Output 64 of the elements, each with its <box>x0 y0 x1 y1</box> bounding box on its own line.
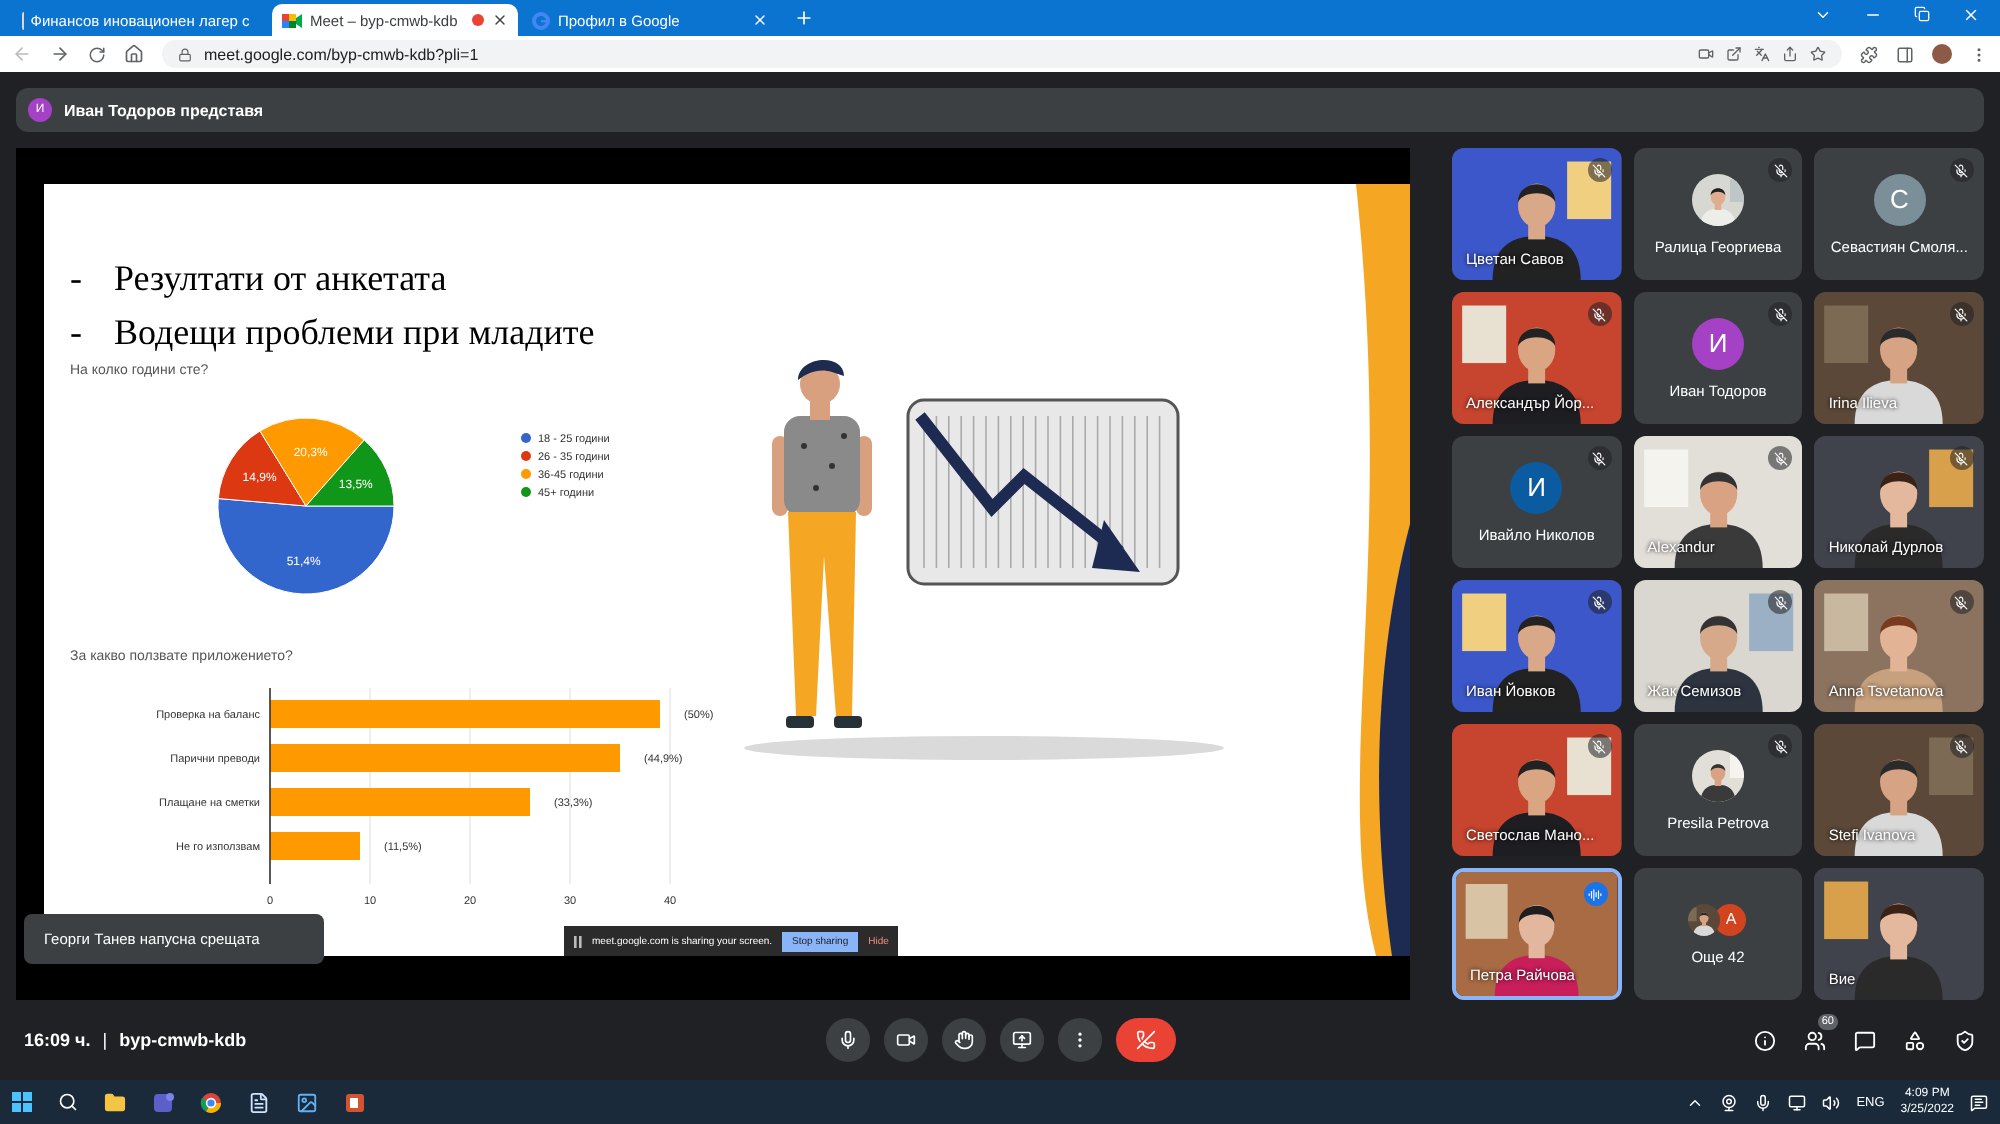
microphone-icon <box>837 1030 857 1050</box>
new-tab-icon[interactable] <box>794 8 814 28</box>
raise-hand-button[interactable] <box>941 1018 985 1062</box>
team-app-icon[interactable] <box>152 1091 174 1113</box>
participant-avatar: И <box>1510 461 1563 513</box>
bullet-marker: - <box>70 256 84 302</box>
lock-icon <box>178 47 192 61</box>
volume-icon[interactable] <box>1822 1093 1841 1111</box>
presenter-text: Иван Тодоров представя <box>64 101 264 119</box>
search-icon[interactable] <box>58 1092 78 1112</box>
legend-dot <box>521 469 531 479</box>
participant-avatar: A <box>1714 903 1747 935</box>
activities-button[interactable] <box>1904 1029 1926 1051</box>
legend-dot <box>521 451 531 461</box>
participant-avatar: И <box>1691 317 1744 369</box>
bullet-marker: - <box>70 310 84 356</box>
chat-button[interactable] <box>1854 1029 1876 1051</box>
star-icon[interactable] <box>1810 46 1826 62</box>
legend-dot <box>521 487 531 497</box>
forward-icon[interactable] <box>50 44 70 64</box>
meeting-code: byp-cmwb-kdb <box>119 1030 247 1050</box>
participant-avatar: С <box>1873 173 1926 225</box>
microphone-icon[interactable] <box>1754 1093 1773 1111</box>
people-button[interactable] <box>1804 1029 1826 1051</box>
present-screen-icon <box>1011 1030 1031 1050</box>
open-icon[interactable] <box>1726 46 1742 62</box>
translate-icon[interactable] <box>1754 46 1770 62</box>
puzzle-icon[interactable] <box>1860 45 1878 63</box>
info-button[interactable] <box>1754 1029 1776 1051</box>
browser-app-icon[interactable] <box>200 1091 222 1113</box>
slide-heading: Резултати от анкетата <box>114 256 447 302</box>
folder-icon[interactable] <box>104 1091 126 1113</box>
bar <box>270 832 360 860</box>
camera-icon <box>895 1030 915 1050</box>
host-controls-button[interactable] <box>1954 1029 1976 1051</box>
meet-icon <box>282 11 302 29</box>
slide-heading: Водещи проблеми при младите <box>114 310 595 356</box>
restore-icon[interactable] <box>1914 6 1930 22</box>
reload-icon[interactable] <box>88 45 106 63</box>
google-icon <box>532 11 550 29</box>
presentation-app-icon[interactable] <box>344 1091 366 1113</box>
close-icon[interactable] <box>492 12 508 28</box>
microphone-button[interactable] <box>825 1018 869 1062</box>
present-button[interactable] <box>999 1018 1043 1062</box>
hand-icon <box>953 1030 973 1050</box>
network-icon[interactable] <box>1788 1093 1807 1111</box>
webcam-icon[interactable] <box>1720 1093 1739 1111</box>
document-icon[interactable] <box>248 1091 270 1113</box>
side-panel-icon[interactable] <box>1896 45 1914 63</box>
share-icon[interactable] <box>1782 46 1798 62</box>
address-bar[interactable]: meet.google.com/byp-cmwb-kdb?pli=1 <box>162 40 1842 68</box>
grip-icon <box>574 935 582 947</box>
legend-dot <box>521 433 531 443</box>
windows-start-icon[interactable] <box>12 1092 32 1112</box>
profile-avatar[interactable] <box>1932 44 1952 64</box>
meeting-time: 16:09 ч. <box>24 1030 91 1050</box>
separator: | <box>102 1030 108 1050</box>
photos-icon[interactable] <box>296 1091 318 1113</box>
hang-up-button[interactable] <box>1115 1018 1175 1062</box>
home-icon[interactable] <box>124 44 144 64</box>
camera-icon[interactable] <box>1698 46 1714 62</box>
camera-button[interactable] <box>883 1018 927 1062</box>
notifications-icon[interactable] <box>1970 1093 1988 1111</box>
phone-icon <box>1135 1030 1155 1050</box>
